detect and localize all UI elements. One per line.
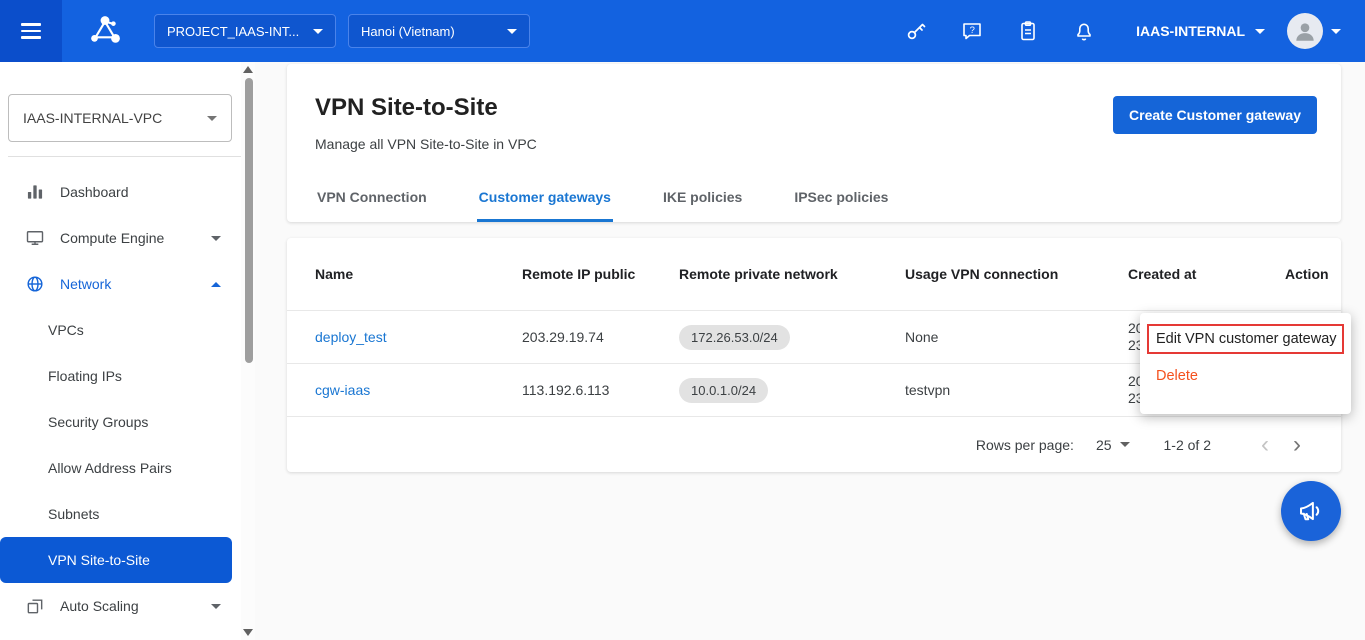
hamburger-icon — [21, 19, 41, 43]
tab-bar: VPN Connection Customer gateways IKE pol… — [315, 177, 890, 222]
column-header-usage: Usage VPN connection — [905, 266, 1128, 282]
support-chat-icon[interactable]: ? — [960, 19, 984, 43]
chevron-down-icon — [211, 236, 221, 241]
sidebar-item-vpn-site-to-site[interactable]: VPN Site-to-Site — [0, 537, 232, 583]
app-logo[interactable] — [84, 10, 126, 52]
gateway-name-link[interactable]: deploy_test — [315, 329, 387, 345]
row-action-context-menu: Edit VPN customer gateway Delete — [1140, 313, 1351, 414]
account-label: IAAS-INTERNAL — [1136, 23, 1245, 39]
sidebar-item-label: VPN Site-to-Site — [48, 552, 150, 568]
usage-value: None — [905, 329, 1128, 345]
logo-icon — [84, 10, 126, 52]
tab-customer-gateways[interactable]: Customer gateways — [477, 177, 613, 222]
network-globe-icon — [24, 273, 46, 295]
sidebar-item-label: Allow Address Pairs — [48, 460, 172, 476]
sidebar-item-allow-address-pairs[interactable]: Allow Address Pairs — [0, 445, 255, 491]
sidebar-item-label: VPCs — [48, 322, 84, 338]
table-footer: Rows per page: 25 1-2 of 2 ‹ › — [287, 416, 1341, 472]
region-dropdown[interactable]: Hanoi (Vietnam) — [348, 14, 530, 48]
sidebar-scrollbar[interactable] — [241, 62, 255, 640]
table-header-row: Name Remote IP public Remote private net… — [287, 238, 1341, 310]
sidebar-item-subnets[interactable]: Subnets — [0, 491, 255, 537]
chevron-down-icon — [507, 29, 517, 34]
rows-per-page-value: 25 — [1096, 437, 1112, 453]
column-header-remote-network: Remote private network — [679, 266, 905, 282]
compute-engine-icon — [24, 227, 46, 249]
avatar — [1287, 13, 1323, 49]
person-icon — [1292, 18, 1318, 44]
svg-text:?: ? — [970, 25, 975, 36]
delete-menu-item[interactable]: Delete — [1140, 362, 1351, 390]
sidebar-item-label: Subnets — [48, 506, 99, 522]
chevron-down-icon — [313, 29, 323, 34]
column-header-remote-ip: Remote IP public — [522, 266, 679, 282]
sidebar-item-floating-ips[interactable]: Floating IPs — [0, 353, 255, 399]
chevron-down-icon — [1120, 442, 1130, 447]
chevron-down-icon — [207, 116, 217, 121]
page-title: VPN Site-to-Site — [315, 94, 498, 122]
remote-network-chip: 172.26.53.0/24 — [679, 325, 790, 350]
tab-ipsec-policies[interactable]: IPSec policies — [792, 177, 890, 222]
edit-vpn-customer-gateway-menu-item[interactable]: Edit VPN customer gateway — [1147, 324, 1344, 354]
sidebar-menu: Dashboard Compute Engine Network — [0, 169, 255, 629]
scroll-up-arrow-icon[interactable] — [243, 66, 253, 73]
dashboard-icon — [24, 181, 46, 203]
key-icon[interactable] — [904, 19, 928, 43]
remote-ip-value: 113.192.6.113 — [522, 382, 679, 398]
rows-per-page-select[interactable]: 25 — [1096, 437, 1130, 453]
column-header-name: Name — [287, 266, 522, 282]
next-page-icon[interactable]: › — [1281, 433, 1313, 457]
gateway-name-link[interactable]: cgw-iaas — [315, 382, 370, 398]
chevron-down-icon — [1331, 29, 1341, 34]
notifications-bell-icon[interactable] — [1072, 19, 1096, 43]
remote-network-chip: 10.0.1.0/24 — [679, 378, 768, 403]
announcement-fab-button[interactable] — [1281, 481, 1341, 541]
column-header-created-at: Created at — [1128, 266, 1285, 282]
region-dropdown-label: Hanoi (Vietnam) — [361, 24, 455, 39]
topbar-right: ? IAAS-INTERNAL — [872, 13, 1365, 49]
sidebar-item-label: Network — [60, 276, 111, 292]
remote-ip-value: 203.29.19.74 — [522, 329, 679, 345]
project-dropdown[interactable]: PROJECT_IAAS-INT... — [154, 14, 336, 48]
sidebar: IAAS-INTERNAL-VPC Dashboard Compute En — [0, 62, 255, 640]
sidebar-item-security-groups[interactable]: Security Groups — [0, 399, 255, 445]
sidebar-item-label: Compute Engine — [60, 230, 164, 246]
sidebar-item-compute-engine[interactable]: Compute Engine — [0, 215, 255, 261]
sidebar-item-vpcs[interactable]: VPCs — [0, 307, 255, 353]
usage-value: testvpn — [905, 382, 1128, 398]
tab-vpn-connection[interactable]: VPN Connection — [315, 177, 429, 222]
chevron-down-icon — [1255, 29, 1265, 34]
vpc-select-value: IAAS-INTERNAL-VPC — [23, 110, 162, 126]
sidebar-item-label: Auto Scaling — [60, 598, 139, 614]
scroll-down-arrow-icon[interactable] — [243, 629, 253, 636]
divider — [8, 156, 245, 157]
sidebar-item-label: Dashboard — [60, 184, 129, 200]
sidebar-item-auto-scaling[interactable]: Auto Scaling — [0, 583, 255, 629]
sidebar-item-network[interactable]: Network — [0, 261, 255, 307]
sidebar-item-label: Security Groups — [48, 414, 148, 430]
account-menu[interactable]: IAAS-INTERNAL — [1136, 23, 1265, 39]
chevron-up-icon — [211, 282, 221, 287]
sidebar-item-dashboard[interactable]: Dashboard — [0, 169, 255, 215]
auto-scaling-icon — [24, 595, 46, 617]
column-header-action: Action — [1285, 266, 1341, 282]
page-subtitle: Manage all VPN Site-to-Site in VPC — [315, 136, 537, 152]
sidebar-item-label: Floating IPs — [48, 368, 122, 384]
user-avatar-menu[interactable] — [1287, 13, 1341, 49]
clipboard-icon[interactable] — [1016, 19, 1040, 43]
vpc-select[interactable]: IAAS-INTERNAL-VPC — [8, 94, 232, 142]
previous-page-icon[interactable]: ‹ — [1249, 433, 1281, 457]
chevron-down-icon — [211, 604, 221, 609]
pagination-range: 1-2 of 2 — [1164, 437, 1211, 453]
megaphone-icon — [1296, 496, 1326, 526]
scrollbar-thumb[interactable] — [245, 78, 253, 363]
hamburger-menu-button[interactable] — [0, 0, 62, 62]
page-header-card: VPN Site-to-Site Manage all VPN Site-to-… — [287, 64, 1341, 222]
tab-ike-policies[interactable]: IKE policies — [661, 177, 744, 222]
project-dropdown-label: PROJECT_IAAS-INT... — [167, 24, 299, 39]
topbar: PROJECT_IAAS-INT... Hanoi (Vietnam) ? IA… — [0, 0, 1365, 62]
create-customer-gateway-button[interactable]: Create Customer gateway — [1113, 96, 1317, 134]
rows-per-page-label: Rows per page: — [976, 437, 1074, 453]
